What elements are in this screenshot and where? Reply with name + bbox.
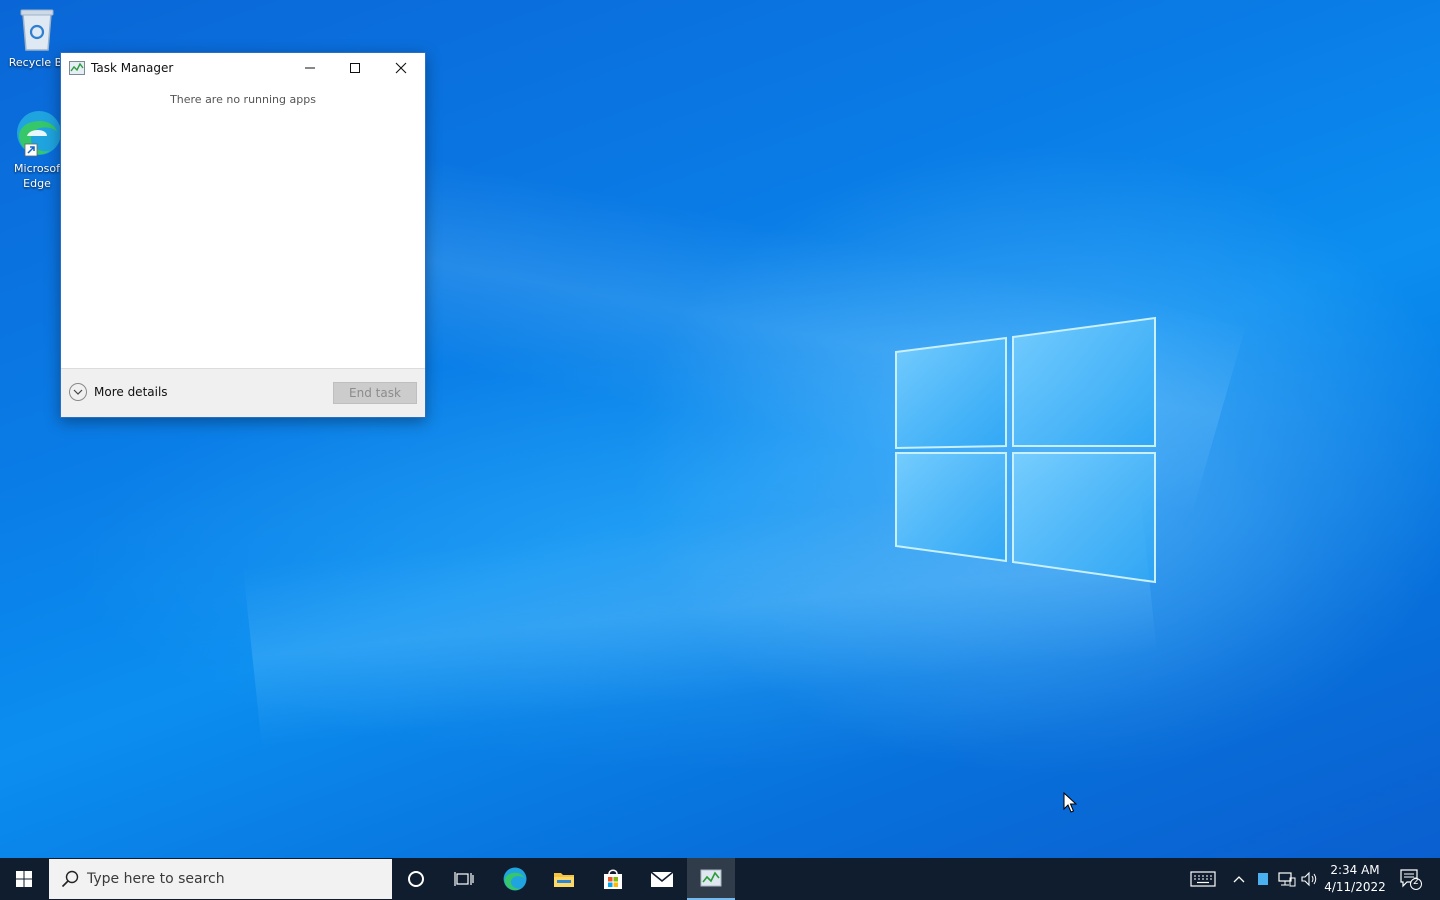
desktop: Recycle Bi Microsof Edge Task Manager Th… <box>0 0 1440 858</box>
store-icon <box>604 869 622 889</box>
end-task-button[interactable]: End task <box>333 382 417 404</box>
empty-apps-message: There are no running apps <box>170 93 316 106</box>
task-manager-window[interactable]: Task Manager There are no running apps M… <box>60 52 426 418</box>
tray-app-icon <box>1258 873 1268 885</box>
clock-button[interactable]: 2:34 AM 4/11/2022 <box>1320 862 1390 896</box>
edge-icon <box>503 867 527 891</box>
close-icon <box>395 62 407 74</box>
action-center-button[interactable]: 2 <box>1394 858 1428 900</box>
network-button[interactable] <box>1276 858 1298 900</box>
search-placeholder: Type here to search <box>87 871 225 887</box>
taskbar: Type here to search 2:34 AM 4/11/2022 2 <box>0 858 1440 900</box>
chevron-up-icon <box>1233 876 1245 883</box>
taskbar-edge-button[interactable] <box>490 858 538 900</box>
more-details-label: More details <box>94 385 168 399</box>
notification-icon <box>1400 869 1422 890</box>
recycle-bin-icon <box>20 9 54 51</box>
start-button[interactable] <box>0 858 48 900</box>
taskbar-search-box[interactable]: Type here to search <box>49 859 392 899</box>
minimize-button[interactable] <box>287 53 333 83</box>
maximize-icon <box>350 63 360 73</box>
volume-button[interactable] <box>1299 858 1321 900</box>
more-details-button[interactable]: More details <box>69 383 168 401</box>
taskbar-store-button[interactable] <box>589 858 637 900</box>
task-view-button[interactable] <box>440 858 488 900</box>
task-manager-footer: More details End task <box>61 368 425 417</box>
notification-count-badge: 2 <box>1413 877 1419 887</box>
taskbar-file-explorer-button[interactable] <box>540 858 588 900</box>
show-hidden-icons-button[interactable] <box>1228 858 1250 900</box>
maximize-button[interactable] <box>332 53 378 83</box>
minimize-icon <box>305 67 315 69</box>
task-manager-icon <box>700 869 722 887</box>
speaker-icon <box>1301 871 1317 887</box>
clock-date: 4/11/2022 <box>1324 880 1386 894</box>
keyboard-icon <box>1190 871 1216 887</box>
tray-app-button[interactable] <box>1252 858 1274 900</box>
close-button[interactable] <box>378 53 424 83</box>
task-manager-icon <box>69 61 85 75</box>
windows-start-icon <box>16 871 32 887</box>
network-icon <box>1278 872 1296 887</box>
mail-icon <box>650 871 674 887</box>
task-view-icon <box>454 872 474 886</box>
cortana-circle-icon <box>408 871 424 887</box>
taskbar-task-manager-button[interactable] <box>687 858 735 900</box>
window-title: Task Manager <box>91 61 174 75</box>
chevron-down-icon <box>69 383 87 401</box>
windows-logo-wallpaper <box>895 316 1156 584</box>
cortana-button[interactable] <box>392 858 440 900</box>
edge-icon <box>17 111 61 157</box>
clock-time: 2:34 AM <box>1330 863 1380 877</box>
folder-icon <box>554 873 574 887</box>
keyboard-input-button[interactable] <box>1186 858 1220 900</box>
taskbar-mail-button[interactable] <box>638 858 686 900</box>
search-icon <box>61 870 79 888</box>
title-bar[interactable]: Task Manager <box>61 53 425 83</box>
mouse-cursor-icon <box>1063 792 1077 813</box>
